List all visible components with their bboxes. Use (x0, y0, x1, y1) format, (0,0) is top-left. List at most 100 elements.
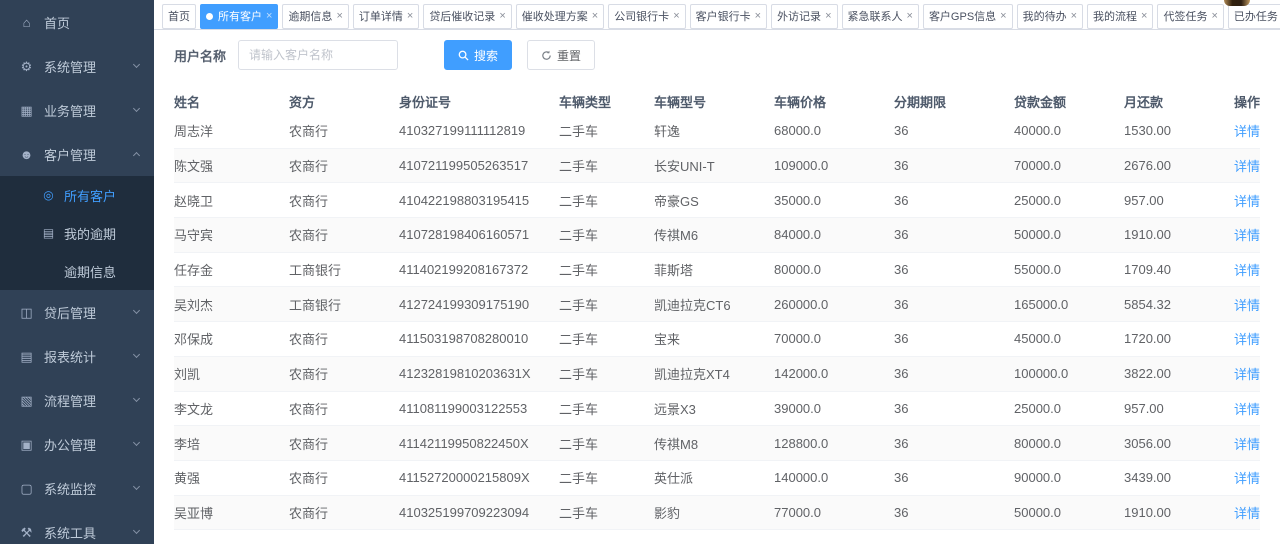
table-row: 赵晓卫农商行410422198803195415二手车帝豪GS35000.036… (174, 183, 1260, 218)
cell-action: 详情 (1209, 260, 1260, 279)
detail-link[interactable]: 详情 (1234, 402, 1260, 417)
tab-1[interactable]: 所有客户× (200, 4, 278, 29)
sidebar-item-process[interactable]: ▧流程管理 (0, 378, 154, 422)
chevron-down-icon (133, 527, 140, 534)
detail-link[interactable]: 详情 (1234, 332, 1260, 347)
sidebar-item-label: 办公管理 (44, 435, 134, 454)
tab-12[interactable]: 我的流程× (1087, 4, 1153, 29)
detail-link[interactable]: 详情 (1234, 471, 1260, 486)
tab-8[interactable]: 外访记录× (771, 4, 837, 29)
table-row: 马守宾农商行410728198406160571二手车传祺M684000.036… (174, 218, 1260, 253)
sidebar-subitem-my-overdue[interactable]: ▤我的逾期 (0, 214, 154, 252)
tab-13[interactable]: 代签任务 × (1157, 4, 1223, 29)
tab-label: 贷后催收记录 (429, 8, 495, 24)
tab-14[interactable]: 已办任务× (1228, 4, 1280, 29)
detail-link[interactable]: 详情 (1234, 263, 1260, 278)
search-field-label: 用户名称 (174, 46, 226, 65)
cell: 二手车 (559, 329, 654, 348)
close-icon[interactable]: × (1071, 11, 1077, 22)
chevron-down-icon (133, 483, 140, 490)
tab-6[interactable]: 公司银行卡× (608, 4, 685, 29)
close-icon[interactable]: × (1000, 11, 1006, 22)
cell: 2676.00 (1124, 158, 1209, 173)
sidebar-item-home[interactable]: ⌂首页 (0, 0, 154, 44)
cell: 41232819810203631X (399, 366, 559, 381)
sidebar-item-label: 业务管理 (44, 101, 134, 120)
sidebar-subitem-label: 我的逾期 (64, 224, 142, 243)
cell: 36 (894, 505, 1014, 520)
cell: 957.00 (1124, 193, 1209, 208)
cell: 411503198708280010 (399, 331, 559, 346)
close-icon[interactable]: × (336, 11, 342, 22)
search-button[interactable]: 搜索 (444, 40, 512, 70)
sidebar-subitem-overdue-info[interactable]: 逾期信息 (0, 252, 154, 290)
cell: 凯迪拉克CT6 (654, 295, 774, 314)
detail-link[interactable]: 详情 (1234, 367, 1260, 382)
cell: 1709.40 (1124, 262, 1209, 277)
close-icon[interactable]: × (1211, 11, 1217, 22)
cell: 黄强 (174, 468, 289, 487)
tab-0[interactable]: 首页 (162, 4, 196, 29)
cell: 农商行 (289, 503, 399, 522)
sidebar-item-tools[interactable]: ⚒系统工具 (0, 510, 154, 544)
cell: 36 (894, 193, 1014, 208)
cell: 35000.0 (774, 193, 894, 208)
sidebar-item-monitor[interactable]: ▢系统监控 (0, 466, 154, 510)
cell: 957.00 (1124, 401, 1209, 416)
search-button-label: 搜索 (474, 47, 498, 64)
cell: 36 (894, 158, 1014, 173)
cell: 1720.00 (1124, 331, 1209, 346)
chevron-up-icon (133, 152, 140, 159)
sidebar-item-customer[interactable]: ☻客户管理 (0, 132, 154, 176)
detail-link[interactable]: 详情 (1234, 506, 1260, 521)
cell: 36 (894, 401, 1014, 416)
cell: 90000.0 (1014, 470, 1124, 485)
detail-link[interactable]: 详情 (1234, 437, 1260, 452)
close-icon[interactable]: × (266, 11, 272, 22)
sidebar-item-label: 系统工具 (44, 523, 134, 542)
cell: 260000.0 (774, 297, 894, 312)
close-icon[interactable]: × (407, 11, 413, 22)
detail-link[interactable]: 详情 (1234, 298, 1260, 313)
cell: 1530.00 (1124, 123, 1209, 138)
close-icon[interactable]: × (499, 11, 505, 22)
column-header: 贷款金额 (1014, 92, 1124, 111)
tab-4[interactable]: 贷后催收记录 × (423, 4, 511, 29)
sidebar-item-system[interactable]: ⚙系统管理 (0, 44, 154, 88)
cell: 5854.32 (1124, 297, 1209, 312)
detail-link[interactable]: 详情 (1234, 228, 1260, 243)
tab-label: 代签任务 (1163, 8, 1207, 24)
tab-9[interactable]: 紧急联系人× (842, 4, 919, 29)
customer-name-input[interactable] (238, 40, 398, 70)
reset-button[interactable]: 重置 (527, 40, 595, 70)
close-icon[interactable]: × (673, 11, 679, 22)
active-dot-icon (206, 13, 213, 20)
close-icon[interactable]: × (1141, 11, 1147, 22)
close-icon[interactable]: × (825, 11, 831, 22)
close-icon[interactable]: × (592, 11, 598, 22)
close-icon[interactable]: × (907, 11, 913, 22)
tab-5[interactable]: 催收处理方案× (516, 4, 604, 29)
tab-7[interactable]: 客户银行卡× (690, 4, 767, 29)
cell: 109000.0 (774, 158, 894, 173)
cell: 二手车 (559, 434, 654, 453)
sidebar-item-post-loan[interactable]: ◫贷后管理 (0, 290, 154, 334)
sidebar-subitem-all-customers[interactable]: ◎所有客户 (0, 176, 154, 214)
detail-link[interactable]: 详情 (1234, 124, 1260, 139)
tab-2[interactable]: 逾期信息× (282, 4, 348, 29)
chevron-down-icon (133, 105, 140, 112)
table-row: 邓保成农商行411503198708280010二手车宝来70000.03645… (174, 322, 1260, 357)
tab-11[interactable]: 我的待办× (1017, 4, 1083, 29)
sidebar-item-reports[interactable]: ▤报表统计 (0, 334, 154, 378)
cell: 帝豪GS (654, 191, 774, 210)
sidebar-item-office[interactable]: ▣办公管理 (0, 422, 154, 466)
cell: 142000.0 (774, 366, 894, 381)
tab-label: 订单详情 (359, 8, 403, 24)
close-icon[interactable]: × (755, 11, 761, 22)
detail-link[interactable]: 详情 (1234, 159, 1260, 174)
detail-link[interactable]: 详情 (1234, 194, 1260, 209)
sidebar-item-business[interactable]: ▦业务管理 (0, 88, 154, 132)
cell-action: 详情 (1209, 503, 1260, 522)
tab-10[interactable]: 客户GPS信息× (923, 4, 1013, 29)
tab-3[interactable]: 订单详情 × (353, 4, 419, 29)
